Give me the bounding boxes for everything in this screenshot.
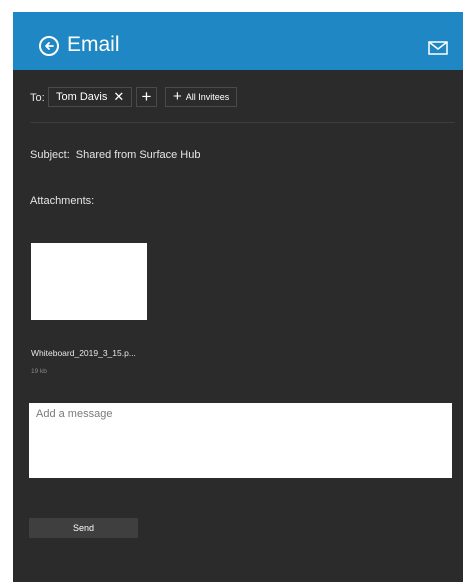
arrow-left-circle-icon xyxy=(43,40,55,52)
page-title: Email xyxy=(67,33,120,56)
plus-icon: + xyxy=(173,88,182,105)
attachments-label: Attachments: xyxy=(30,195,95,207)
back-button[interactable] xyxy=(39,36,59,56)
divider xyxy=(30,122,455,123)
add-recipient-button[interactable]: + xyxy=(136,87,157,107)
attachment-file-name: Whiteboard_2019_3_15.p... xyxy=(31,348,136,358)
close-icon[interactable]: ✕ xyxy=(113,90,124,104)
envelope-icon[interactable] xyxy=(428,41,448,55)
to-row: To: Tom Davis ✕ + + All Invitees xyxy=(13,70,463,123)
recipient-chip[interactable]: Tom Davis ✕ xyxy=(48,87,133,107)
message-input[interactable] xyxy=(29,403,452,478)
all-invitees-label: All Invitees xyxy=(185,92,230,102)
subject-value: Shared from Surface Hub xyxy=(75,149,201,161)
header-bar: Email xyxy=(13,12,463,70)
attachment-thumbnail[interactable] xyxy=(31,243,147,320)
subject-label: Subject: xyxy=(30,149,70,161)
recipient-name: Tom Davis xyxy=(56,91,108,103)
subject-row: Subject: Shared from Surface Hub xyxy=(30,148,200,162)
all-invitees-button[interactable]: + All Invitees xyxy=(165,87,238,107)
plus-icon: + xyxy=(141,87,152,106)
attachment-file-size: 19 kb xyxy=(31,368,47,375)
send-button[interactable]: Send xyxy=(29,518,138,538)
email-panel: Email To: Tom Davis ✕ + + All Invitees S… xyxy=(13,12,463,582)
to-label: To: xyxy=(30,92,45,104)
